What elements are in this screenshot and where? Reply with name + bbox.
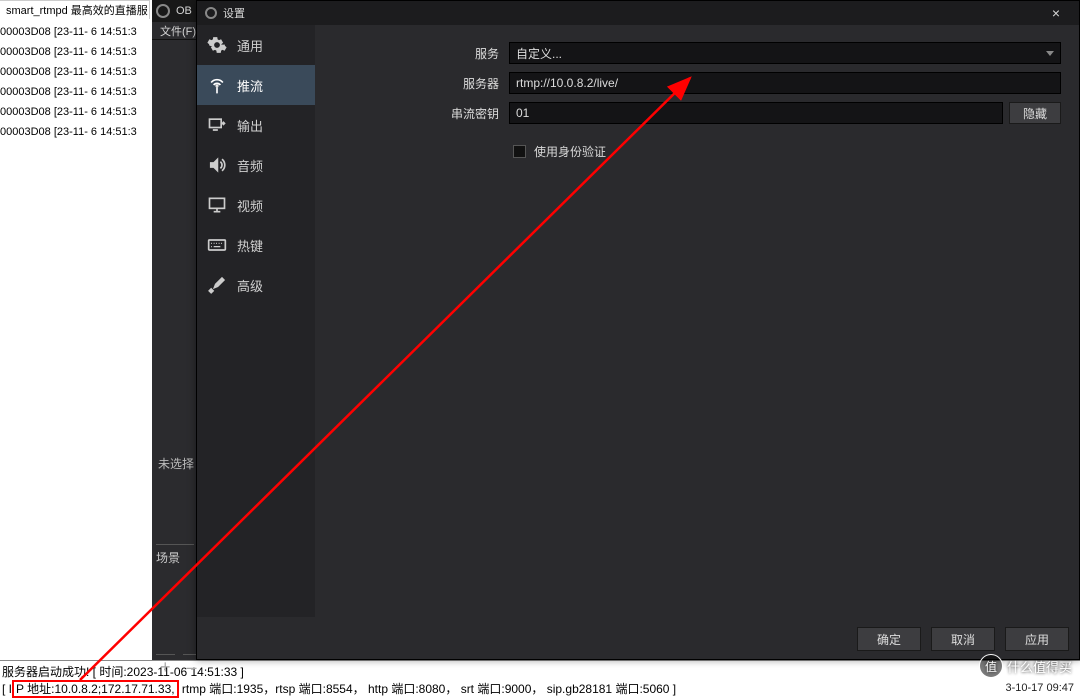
obs-logo-icon [156,4,170,18]
sidebar-item-output[interactable]: 输出 [197,105,315,145]
obs-logo-icon [205,7,217,19]
scenes-toolbar: + – [156,654,201,680]
server-input[interactable]: rtmp://10.0.8.2/live/ [509,72,1061,94]
log-line: 00003D08 [23-11- 6 14:51:3 [0,22,150,42]
menu-file[interactable]: 文件(F) [160,23,196,39]
settings-dialog: 设置 × 通用 推流 输出 音频 视频 [196,0,1080,660]
status-line-2: [ IP 地址:10.0.8.2;172.17.71.33, rtmp 端口:1… [2,680,1078,698]
speaker-icon [207,155,227,175]
ip-highlight-box: P 地址:10.0.8.2;172.17.71.33, [12,680,179,698]
sidebar-item-label: 高级 [237,276,263,295]
cancel-button[interactable]: 取消 [931,627,995,651]
console-tab[interactable]: smart_rtmpd 最高效的直播服 [0,0,150,19]
output-icon [207,115,227,135]
checkbox-icon[interactable] [513,145,526,158]
obs-title: OB [176,5,192,17]
timestamp-remnant: 3-10-17 09:47 [1006,682,1075,694]
monitor-icon [207,195,227,215]
sidebar-item-stream[interactable]: 推流 [197,65,315,105]
watermark-text: 什么值得买 [1007,657,1072,676]
scenes-panel-label: 场景 [156,544,194,566]
dialog-titlebar[interactable]: 设置 × [197,1,1079,25]
apply-button[interactable]: 应用 [1005,627,1069,651]
auth-checkbox-label: 使用身份验证 [534,143,606,160]
settings-content: 服务 自定义... 服务器 rtmp://10.0.8.2/live/ 串流密钥… [315,25,1079,617]
log-line: 00003D08 [23-11- 6 14:51:3 [0,122,150,142]
watermark-icon: 值 [979,654,1003,678]
stream-key-input[interactable]: 01 [509,102,1003,124]
sidebar-item-label: 推流 [237,76,263,95]
log-line: 00003D08 [23-11- 6 14:51:3 [0,82,150,102]
tools-icon [207,275,227,295]
sidebar-item-hotkeys[interactable]: 热键 [197,225,315,265]
auth-checkbox-row[interactable]: 使用身份验证 [513,143,1061,160]
settings-sidebar: 通用 推流 输出 音频 视频 热键 [197,25,315,617]
ok-button[interactable]: 确定 [857,627,921,651]
console-tab-title: smart_rtmpd 最高效的直播服 [6,2,148,18]
service-label: 服务 [333,45,509,62]
sidebar-item-label: 输出 [237,116,263,135]
sidebar-item-video[interactable]: 视频 [197,185,315,225]
add-scene-button[interactable]: + [156,654,175,680]
gear-icon [207,35,227,55]
console-log-area: 00003D08 [23-11- 6 14:51:3 00003D08 [23-… [0,22,150,142]
sidebar-item-audio[interactable]: 音频 [197,145,315,185]
hide-button[interactable]: 隐藏 [1009,102,1061,124]
close-button[interactable]: × [1041,5,1071,21]
sidebar-item-label: 视频 [237,196,263,215]
antenna-icon [207,75,227,95]
sidebar-item-label: 通用 [237,36,263,55]
sidebar-item-label: 热键 [237,236,263,255]
watermark: 值 什么值得买 [979,654,1072,678]
log-line: 00003D08 [23-11- 6 14:51:3 [0,62,150,82]
sidebar-item-label: 音频 [237,156,263,175]
log-line: 00003D08 [23-11- 6 14:51:3 [0,42,150,62]
dialog-footer: 确定 取消 应用 [857,627,1069,651]
stream-key-label: 串流密钥 [333,105,509,122]
log-line: 00003D08 [23-11- 6 14:51:3 [0,102,150,122]
service-select[interactable]: 自定义... [509,42,1061,64]
sidebar-item-advanced[interactable]: 高级 [197,265,315,305]
keyboard-icon [207,235,227,255]
sidebar-item-general[interactable]: 通用 [197,25,315,65]
server-label: 服务器 [333,75,509,92]
dialog-title: 设置 [223,5,245,21]
